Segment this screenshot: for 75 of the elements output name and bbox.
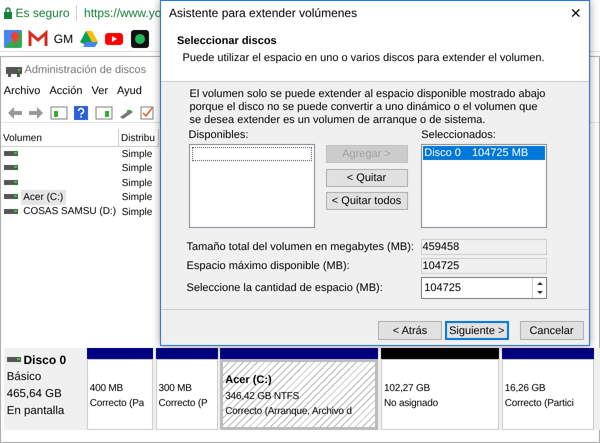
partition-block[interactable]: 300 MB Correcto (P xyxy=(156,358,218,430)
map-pin-icon[interactable] xyxy=(2,29,23,49)
partition-info: No asignado xyxy=(384,396,439,411)
help-icon[interactable] xyxy=(73,104,89,120)
column-header[interactable]: Volumen xyxy=(1,128,119,146)
partition-label: Acer (C:) xyxy=(225,373,273,388)
spin-field[interactable]: 104725 xyxy=(420,277,546,300)
partition-info: 400 MB xyxy=(90,382,124,396)
field-label: Espacio máximo disponible (MB): xyxy=(186,258,351,274)
menu-item[interactable]: Ayud xyxy=(116,83,142,103)
close-button[interactable]: × xyxy=(570,0,581,26)
menu-item[interactable]: Ver xyxy=(91,83,108,103)
wizard-heading: Seleccionar discos xyxy=(177,34,278,49)
mail-icon[interactable] xyxy=(28,29,48,49)
url-text[interactable]: https://www.yo xyxy=(84,4,162,22)
partition-info: 102,27 GB xyxy=(384,382,432,396)
drive-icon xyxy=(4,150,18,157)
readonly-field: 459458 xyxy=(420,238,546,255)
readonly-field: 104725 xyxy=(420,258,546,274)
table-cell: Acer (C:) xyxy=(20,190,66,205)
disk-status: En pantalla xyxy=(6,404,66,420)
column-header[interactable]: Distribu xyxy=(119,128,159,146)
table-cell-text: Simple xyxy=(120,148,154,161)
menu-item[interactable]: Acción xyxy=(49,83,82,103)
list-label: Disponibles: xyxy=(188,128,250,144)
triangle-icon[interactable] xyxy=(78,29,99,49)
disk-name: Disco 0 xyxy=(24,352,66,369)
field-label: Tamaño total del volumen en megabytes (MB): xyxy=(186,240,415,255)
drive-icon xyxy=(4,208,18,215)
partition-header-bar xyxy=(156,348,218,359)
dialog-title: Asistente para extender volúmenes xyxy=(169,5,358,22)
table-cell-text: COSAS SAMSU (D:) xyxy=(22,205,118,220)
panel-icon[interactable] xyxy=(50,106,68,120)
partition-info: Correcto (Partici xyxy=(504,396,575,411)
drive-icon xyxy=(4,165,18,172)
window-title: Administración de discos xyxy=(24,62,146,78)
disk-size: 465,64 GB xyxy=(6,387,63,402)
table-cell-text: Simple xyxy=(120,191,154,204)
drive-icon xyxy=(6,356,21,363)
forward-arrow-icon[interactable] xyxy=(28,106,44,120)
partition-block[interactable]: Acer (C:) 346,42 GB NTFS Correcto (Arranque, Archivo d xyxy=(220,358,378,430)
menu-item[interactable]: Archivo xyxy=(4,83,40,103)
checkbox-icon[interactable] xyxy=(140,106,154,120)
move-button[interactable]: < Quitar todos xyxy=(326,192,408,210)
list-item[interactable]: Disco 0 104725 MB xyxy=(423,146,546,160)
partition-info: 300 MB xyxy=(158,382,193,396)
drive-icon xyxy=(4,180,18,186)
panel-icon[interactable] xyxy=(94,106,112,120)
table-cell-text: Simple xyxy=(120,206,154,219)
partition-info: 346,42 GB NTFS xyxy=(225,390,300,404)
list-box[interactable] xyxy=(188,144,314,228)
security-label: Es seguro xyxy=(16,5,70,22)
list-label: Seleccionados: xyxy=(421,128,497,144)
wizard-subheading: Puede utilizar el espacio en uno o varios discos para extender el volumen. xyxy=(182,50,546,66)
partition-header-bar xyxy=(86,348,153,359)
partition-info: Correcto (Arranque, Archivo d xyxy=(225,404,353,419)
wizard-button[interactable]: < Atrás xyxy=(378,321,442,340)
partition-info: Correcto (Pa xyxy=(90,396,146,411)
move-button[interactable]: < Quitar xyxy=(326,168,408,187)
partition-info: Correcto (P xyxy=(158,396,208,411)
drive-icon xyxy=(4,194,18,200)
wizard-button[interactable]: Siguiente > xyxy=(444,321,509,340)
field-label: Seleccione la cantidad de espacio (MB): xyxy=(186,280,384,296)
table-cell-text: Simple xyxy=(120,176,154,190)
note-text: El volumen solo se puede extender al espacio disponible mostrado abajo porque el disco no se puede convertir a uno dinámico o el volumen que se desea extender es un volumen de arranque o de sistema. xyxy=(188,88,546,128)
disk-type: Básico xyxy=(6,370,42,385)
table-cell-text: Simple xyxy=(120,162,154,176)
back-arrow-icon[interactable] xyxy=(6,106,22,120)
partition-block[interactable]: 102,27 GB No asignado xyxy=(381,358,499,430)
partition-block[interactable]: 16,26 GB Correcto (Partici xyxy=(502,358,594,430)
lock-icon xyxy=(2,7,13,19)
partition-info: 16,26 GB xyxy=(504,382,546,396)
bookmark-link[interactable]: GM xyxy=(54,30,74,48)
wizard-button[interactable]: Cancelar xyxy=(520,321,584,340)
partition-block[interactable]: 400 MB Correcto (Pa xyxy=(86,358,153,430)
